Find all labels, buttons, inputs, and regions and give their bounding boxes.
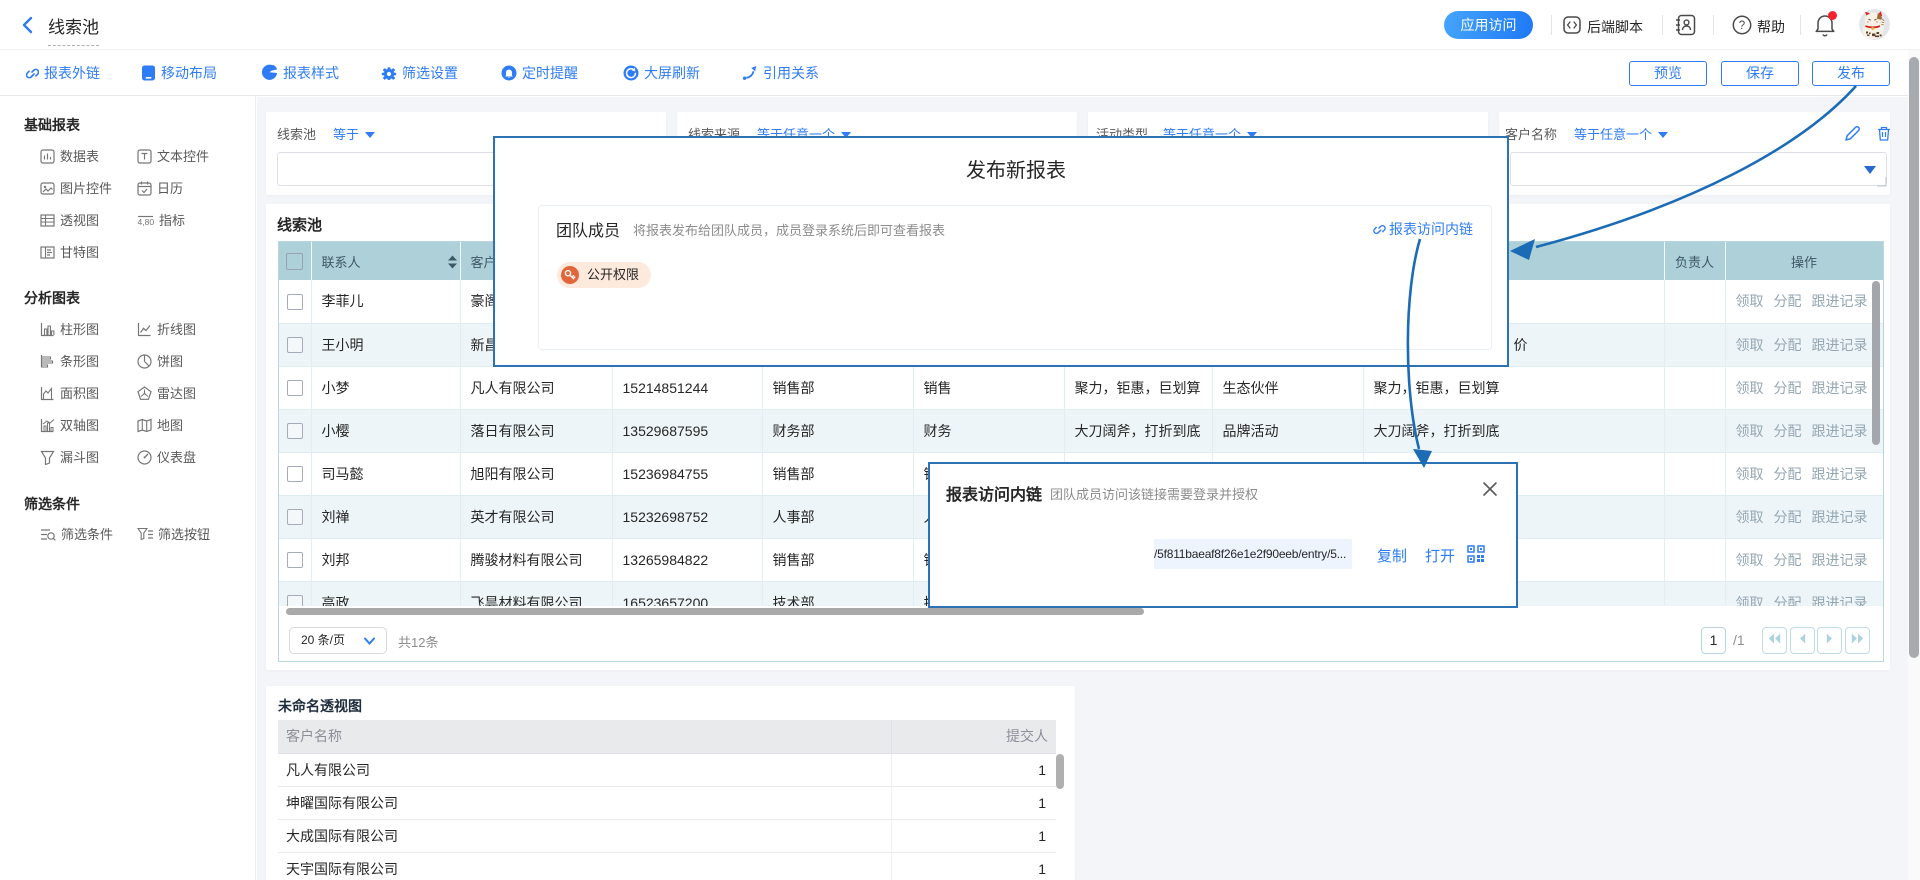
- svg-text:?: ?: [1739, 20, 1745, 32]
- svg-text:4,80: 4,80: [138, 217, 155, 227]
